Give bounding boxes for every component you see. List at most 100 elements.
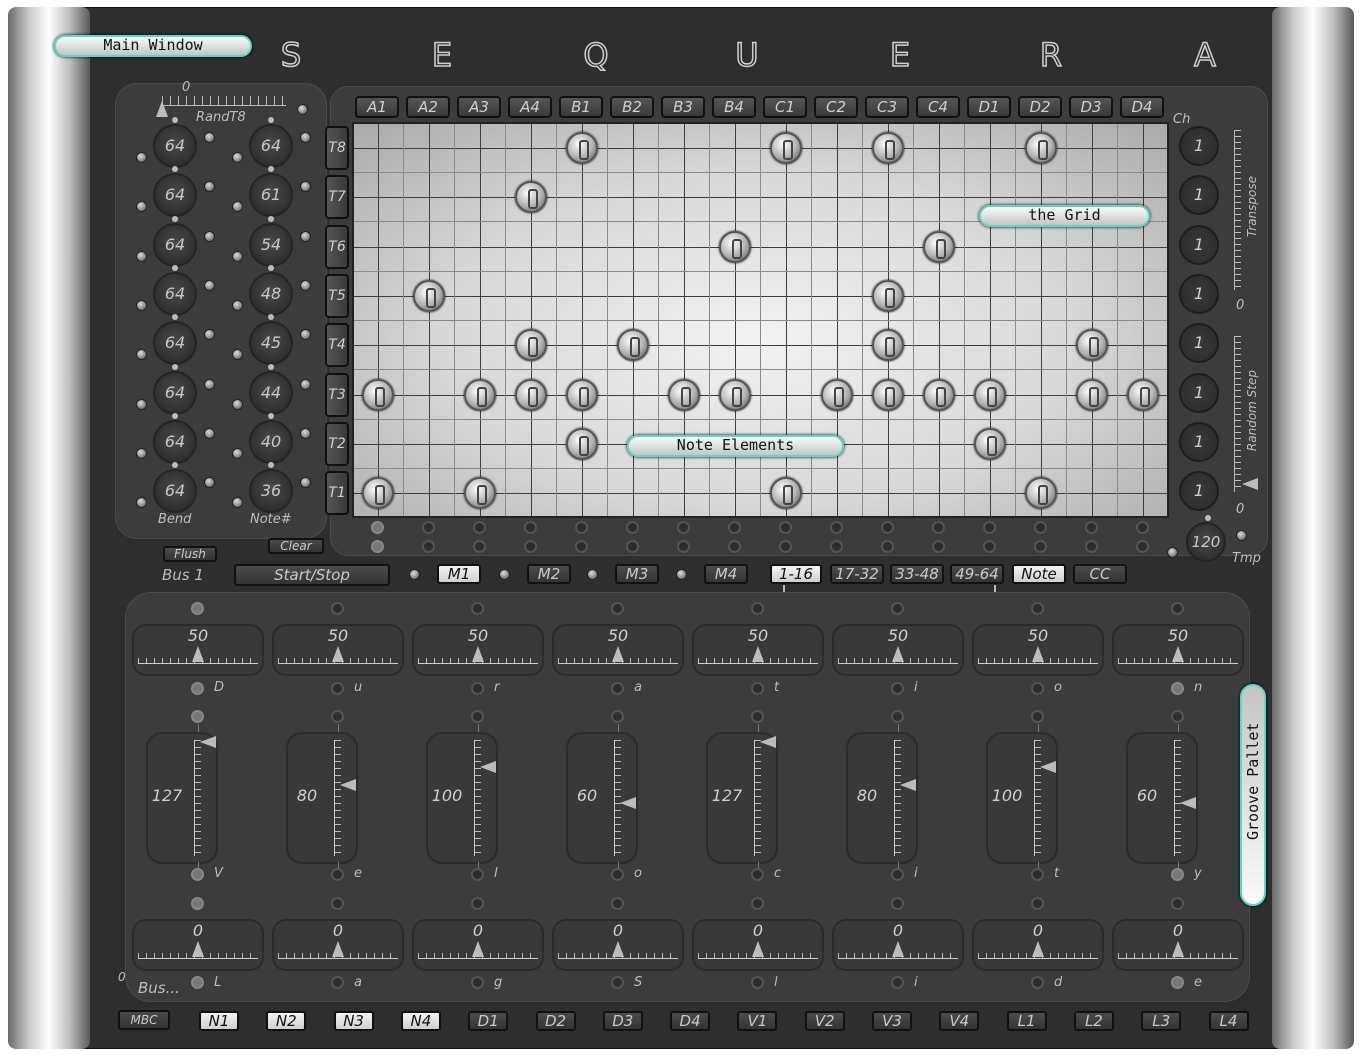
velocity-thumb[interactable] xyxy=(900,778,916,791)
page-button[interactable]: CC xyxy=(1073,564,1127,584)
duration-led[interactable] xyxy=(471,602,484,615)
channel-knob[interactable]: 1 xyxy=(1179,471,1219,512)
lag-led[interactable] xyxy=(891,897,904,910)
velocity-led[interactable] xyxy=(751,710,764,723)
bend-knob[interactable]: 64 xyxy=(153,215,197,267)
note-reset-button[interactable] xyxy=(232,398,243,410)
note-knob[interactable]: 64 xyxy=(249,117,293,168)
duration-thumb[interactable] xyxy=(1032,646,1044,662)
bottom-button[interactable]: V2 xyxy=(804,1011,845,1031)
note-random-button[interactable] xyxy=(300,230,311,242)
row-label[interactable]: T3 xyxy=(325,372,349,417)
bend-knob[interactable]: 64 xyxy=(153,363,197,415)
note-knob[interactable]: 40 xyxy=(249,412,293,464)
note-reset-button[interactable] xyxy=(232,152,243,163)
random-step-thumb[interactable] xyxy=(1242,478,1258,490)
velocity-slider[interactable]: 100 xyxy=(986,732,1058,864)
step-led[interactable] xyxy=(1136,540,1149,553)
duration-thumb[interactable] xyxy=(612,646,624,662)
step-led[interactable] xyxy=(728,540,741,553)
step-led[interactable] xyxy=(626,540,639,553)
lag-thumb[interactable] xyxy=(472,941,484,957)
note-element[interactable] xyxy=(515,329,547,362)
column-header[interactable]: A2 xyxy=(406,96,450,118)
page-button[interactable]: 33-48 xyxy=(890,564,944,584)
note-element[interactable] xyxy=(617,329,649,362)
step-led[interactable] xyxy=(932,521,945,534)
bottom-button[interactable]: MBC xyxy=(118,1010,170,1030)
start-stop-button[interactable]: Start/Stop xyxy=(234,564,390,586)
duration-lock-led[interactable] xyxy=(471,682,484,695)
velocity-led[interactable] xyxy=(611,710,624,723)
step-led[interactable] xyxy=(575,540,588,553)
duration-lock-led[interactable] xyxy=(1031,682,1044,695)
duration-lock-led[interactable] xyxy=(191,682,204,695)
rand-slider-track[interactable] xyxy=(162,96,286,106)
lag-lock-led[interactable] xyxy=(611,976,624,989)
note-random-button[interactable] xyxy=(300,132,311,143)
duration-lock-led[interactable] xyxy=(891,682,904,695)
velocity-thumb[interactable] xyxy=(200,736,216,748)
column-header[interactable]: B4 xyxy=(712,96,756,118)
lag-led[interactable] xyxy=(611,897,624,910)
channel-knob[interactable]: 1 xyxy=(1179,421,1219,462)
column-header[interactable]: D3 xyxy=(1069,96,1113,118)
column-header[interactable]: A4 xyxy=(508,96,552,118)
column-header[interactable]: C3 xyxy=(865,96,909,118)
step-led[interactable] xyxy=(473,521,486,534)
velocity-lock-led[interactable] xyxy=(611,868,624,881)
velocity-slider[interactable]: 60 xyxy=(566,732,638,864)
page-button[interactable]: 1-16 xyxy=(770,564,822,584)
bend-knob[interactable]: 64 xyxy=(153,314,197,366)
column-header[interactable]: D1 xyxy=(967,96,1011,118)
duration-led[interactable] xyxy=(611,602,624,615)
duration-led[interactable] xyxy=(891,602,904,615)
page-button[interactable]: 49-64 xyxy=(950,564,1004,584)
mute-button[interactable]: M3 xyxy=(615,564,659,584)
step-led[interactable] xyxy=(881,521,894,534)
bottom-button[interactable]: L2 xyxy=(1073,1011,1114,1031)
step-led[interactable] xyxy=(1034,540,1047,553)
bottom-button[interactable]: N2 xyxy=(266,1011,307,1031)
note-element[interactable] xyxy=(872,329,904,362)
lag-thumb[interactable] xyxy=(1172,941,1184,957)
duration-slider[interactable]: 50 xyxy=(132,624,264,676)
note-knob[interactable]: 61 xyxy=(249,166,293,218)
bottom-button[interactable]: N1 xyxy=(199,1011,239,1031)
column-header[interactable]: D2 xyxy=(1018,96,1062,118)
step-led[interactable] xyxy=(1085,521,1098,534)
duration-slider[interactable]: 50 xyxy=(1112,624,1244,676)
velocity-lock-led[interactable] xyxy=(1031,868,1044,881)
row-label[interactable]: T8 xyxy=(325,126,349,170)
step-led[interactable] xyxy=(779,540,792,553)
rand-slider-thumb[interactable] xyxy=(156,101,168,117)
step-led[interactable] xyxy=(1085,540,1098,553)
step-led[interactable] xyxy=(881,540,894,553)
note-element[interactable] xyxy=(515,181,547,214)
note-element[interactable] xyxy=(974,427,1006,460)
bend-reset-button[interactable] xyxy=(136,250,147,262)
step-led[interactable] xyxy=(677,540,690,553)
duration-slider[interactable]: 50 xyxy=(412,624,544,676)
velocity-slider[interactable]: 100 xyxy=(426,732,498,864)
velocity-led[interactable] xyxy=(471,710,484,723)
note-random-button[interactable] xyxy=(300,279,311,291)
mute-button[interactable]: M1 xyxy=(437,564,481,584)
note-element[interactable] xyxy=(821,378,853,411)
lag-slider[interactable]: 0 xyxy=(412,919,544,971)
bend-knob[interactable]: 64 xyxy=(153,462,197,514)
velocity-lock-led[interactable] xyxy=(1171,868,1184,881)
row-label[interactable]: T1 xyxy=(325,471,349,516)
velocity-thumb[interactable] xyxy=(760,736,776,748)
lag-lock-led[interactable] xyxy=(1171,976,1184,989)
lag-slider[interactable]: 0 xyxy=(132,919,264,971)
lag-led[interactable] xyxy=(471,897,484,910)
note-element[interactable] xyxy=(413,279,445,312)
lag-led[interactable] xyxy=(751,897,764,910)
velocity-slider[interactable]: 80 xyxy=(846,732,918,864)
duration-thumb[interactable] xyxy=(472,646,484,662)
flush-button[interactable]: Flush xyxy=(163,546,217,562)
row-label[interactable]: T5 xyxy=(325,273,349,318)
step-led[interactable] xyxy=(677,521,690,534)
column-header[interactable]: B2 xyxy=(610,96,654,118)
